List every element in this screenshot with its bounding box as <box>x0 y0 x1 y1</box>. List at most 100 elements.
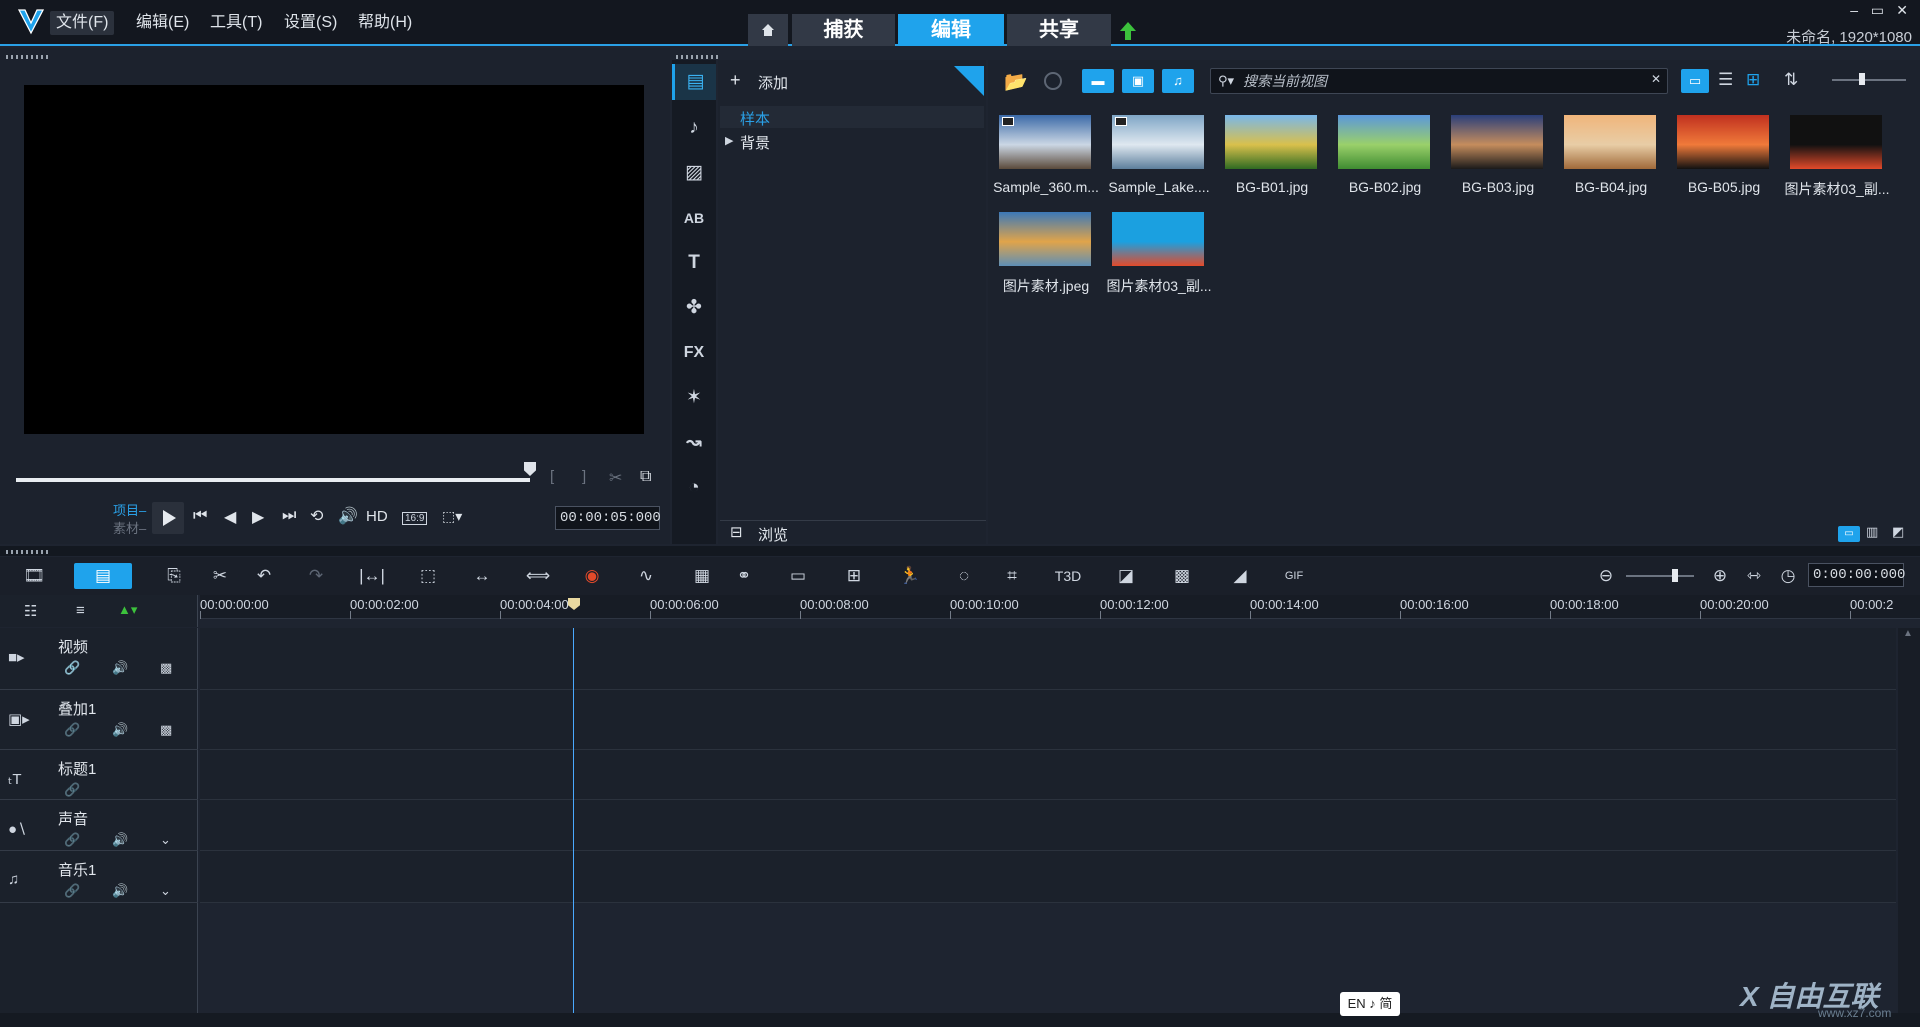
crop-icon[interactable]: ⬚▾ <box>442 508 462 525</box>
track-header[interactable]: ■▸ 视频 🔗 🔊 ▩ <box>0 628 198 690</box>
track-area[interactable] <box>200 800 1896 851</box>
search-input[interactable]: 搜索当前视图 <box>1210 68 1668 94</box>
mark-out-icon[interactable]: ] <box>582 468 586 485</box>
motion-icon[interactable]: 🏃 <box>894 563 926 589</box>
gif-icon[interactable]: GIF <box>1278 563 1310 589</box>
minimize-button[interactable]: – <box>1850 2 1858 18</box>
timeline-view-button[interactable]: ▤ <box>74 563 132 589</box>
menu-help[interactable]: 帮助(H) <box>352 11 418 35</box>
preview-scrubber[interactable] <box>16 478 530 482</box>
motion-path-icon[interactable]: ↝ <box>672 425 716 461</box>
transparency-icon[interactable]: ▩ <box>160 660 172 676</box>
tab-capture[interactable]: 捕获 <box>792 14 895 46</box>
media-thumbnail[interactable]: BG-B03.jpg <box>1442 106 1552 201</box>
track-manager-icon[interactable]: ☷ <box>24 602 37 620</box>
media-thumbnail[interactable]: BG-B02.jpg <box>1329 106 1439 201</box>
track-header[interactable]: ₜT 标题1 🔗 <box>0 750 198 800</box>
media-thumbnail[interactable]: Sample_360.m... <box>990 106 1100 201</box>
graphics-icon[interactable]: ✤ <box>672 290 716 326</box>
link-icon[interactable]: 🔗 <box>64 883 80 899</box>
link-icon[interactable]: 🔗 <box>64 782 80 798</box>
thumbnail-size-handle[interactable] <box>1859 73 1865 85</box>
tab-edit[interactable]: 编辑 <box>898 14 1004 46</box>
grid-view-icon[interactable]: ⊞ <box>1746 70 1760 90</box>
3d-title-icon[interactable]: T3D <box>1052 563 1084 589</box>
split-view-icon[interactable]: ▥ <box>1866 524 1878 540</box>
ripple-edit-icon[interactable]: ▲▾ <box>118 602 137 618</box>
preview-timecode[interactable]: 00:00:05:000 <box>555 506 661 530</box>
redo-icon[interactable]: ↷ <box>300 563 332 589</box>
media-thumbnail[interactable]: 图片素材.jpeg <box>990 203 1100 298</box>
music-icon[interactable]: ♫ <box>8 871 19 888</box>
copy-icon[interactable]: ⎘ <box>158 563 190 589</box>
upload-icon[interactable] <box>1120 22 1136 40</box>
go-to-end-icon[interactable]: ⏭ <box>282 507 296 525</box>
voice-icon[interactable]: ●∖ <box>8 820 27 838</box>
track-volume-icon[interactable]: 🔊 <box>112 832 128 848</box>
next-frame-icon[interactable]: ▶ <box>252 507 264 527</box>
ime-indicator[interactable]: EN ♪ 简 <box>1340 992 1400 1016</box>
media-thumbnail[interactable]: 图片素材03_副... <box>1781 106 1891 201</box>
track-volume-icon[interactable]: 🔊 <box>112 883 128 899</box>
link-icon[interactable]: 🔗 <box>64 722 80 738</box>
playhead[interactable] <box>573 628 574 1013</box>
add-folder-button[interactable]: 添加 <box>758 72 788 93</box>
zoom-out-icon[interactable]: ⊖ <box>1590 563 1622 589</box>
overlay-icon[interactable]: ▣▸ <box>8 710 30 728</box>
track-area[interactable] <box>200 750 1896 800</box>
menu-settings[interactable]: 设置(S) <box>278 11 343 35</box>
menu-file[interactable]: 文件(F) <box>50 11 115 35</box>
track-resize-icon[interactable]: ⟺ <box>522 563 554 589</box>
track-header[interactable]: ♫ 音乐1 🔗 🔊 ⌄ <box>0 851 198 903</box>
ab-transition-icon[interactable]: AB <box>672 200 716 236</box>
record-icon[interactable]: ◉ <box>576 563 608 589</box>
speed-icon[interactable]: ◔ <box>672 470 716 506</box>
expand-icon[interactable]: ⌄ <box>160 832 171 848</box>
play-button[interactable] <box>152 502 184 534</box>
previous-frame-icon[interactable]: ◀ <box>224 507 236 527</box>
media-thumbnail[interactable]: 图片素材03_副... <box>1103 203 1213 298</box>
show-videos-button[interactable]: ▬ <box>1082 69 1114 93</box>
media-thumbnail[interactable]: BG-B04.jpg <box>1555 106 1665 201</box>
link-icon[interactable]: 🔗 <box>64 660 80 676</box>
multi-cam-icon[interactable]: ⊞ <box>838 563 870 589</box>
magic-wand-icon[interactable]: ✶ <box>672 380 716 416</box>
crop-screen-icon[interactable]: ⬚ <box>412 563 444 589</box>
track-area[interactable] <box>200 851 1896 903</box>
clock-icon[interactable]: ◷ <box>1772 563 1804 589</box>
go-to-start-icon[interactable]: ⏮ <box>193 507 207 525</box>
link-icon[interactable]: 🔗 <box>64 832 80 848</box>
list-view-icon[interactable]: ☰ <box>1718 70 1733 90</box>
hd-toggle[interactable]: HD <box>366 508 388 525</box>
color-grade-icon[interactable]: ◢ <box>1224 563 1256 589</box>
subtitle-icon[interactable]: ▭ <box>782 563 814 589</box>
folder-item-backgrounds[interactable]: 背景 <box>740 132 770 153</box>
library-view-button[interactable]: ▭ <box>1838 526 1860 542</box>
split-clip-icon[interactable]: ✂ <box>609 468 622 488</box>
add-icon[interactable]: + <box>730 70 741 91</box>
panel-grip[interactable] <box>676 55 720 59</box>
track-area[interactable] <box>200 690 1896 750</box>
frame-icon[interactable]: ⌗ <box>996 563 1028 589</box>
close-button[interactable]: ✕ <box>1896 2 1908 19</box>
fx-filter-icon[interactable]: FX <box>672 335 716 371</box>
mode-clip[interactable]: 素材– <box>113 518 146 537</box>
mask-icon[interactable]: ◪ <box>1110 563 1142 589</box>
panel-grip[interactable] <box>6 550 50 554</box>
transition-icon[interactable]: ▨ <box>672 155 716 191</box>
expand-icon[interactable]: ⌄ <box>160 883 171 899</box>
volume-icon[interactable]: 🔊 <box>338 506 358 526</box>
media-thumbnail[interactable]: BG-B01.jpg <box>1216 106 1326 201</box>
timeline-ruler[interactable]: 00:00:00:00 00:00:02:00 00:00:04:00 00:00:0… <box>200 595 1920 619</box>
loop-icon[interactable]: ◌ <box>948 563 980 589</box>
title-icon[interactable]: ₜT <box>8 770 22 788</box>
sort-icon[interactable]: ⇅ <box>1784 70 1798 90</box>
zoom-handle[interactable] <box>1672 569 1678 582</box>
tools-icon[interactable]: ✂ <box>204 563 236 589</box>
title-text-icon[interactable]: T <box>672 245 716 281</box>
undo-icon[interactable]: ↶ <box>248 563 280 589</box>
options-icon[interactable]: ◩ <box>1892 524 1904 540</box>
browse-button[interactable]: 浏览 <box>758 524 788 545</box>
audio-wave-icon[interactable]: ∿ <box>630 563 662 589</box>
repeat-icon[interactable]: ⟲ <box>310 506 323 526</box>
